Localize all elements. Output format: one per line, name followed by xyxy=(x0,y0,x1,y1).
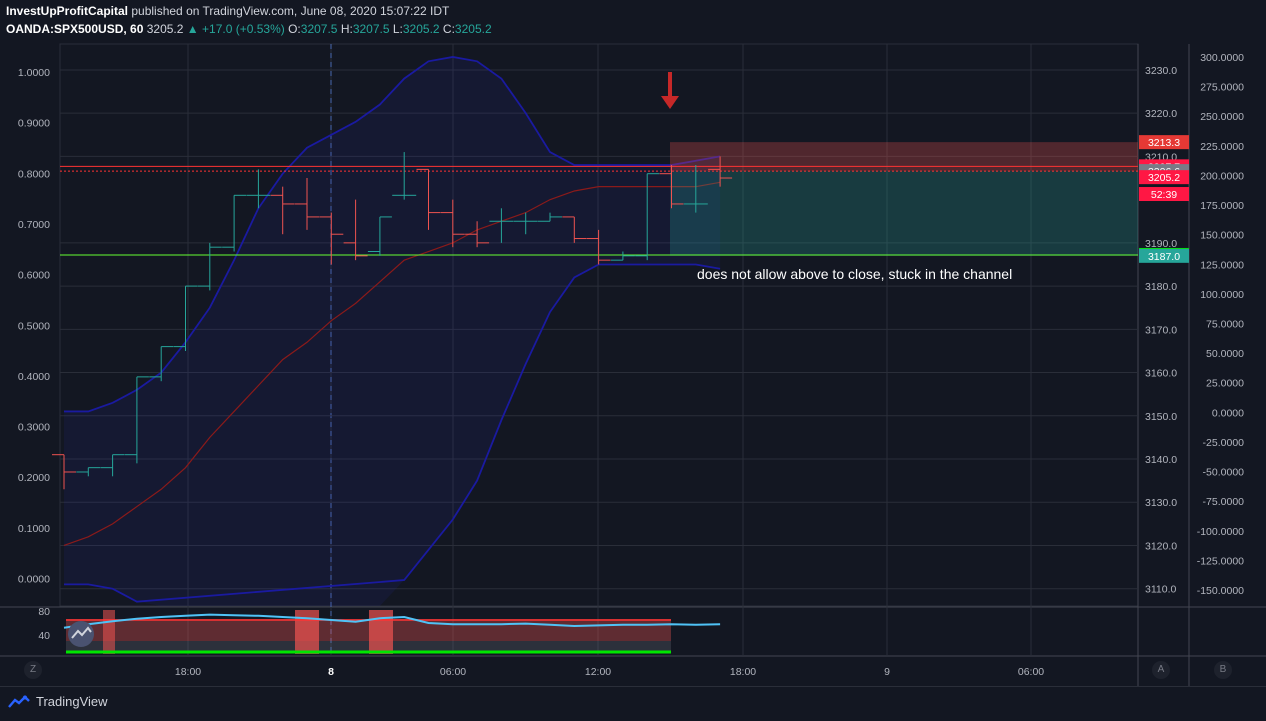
scale-b-button[interactable]: B xyxy=(1214,661,1232,679)
high-value: 3207.5 xyxy=(352,22,390,36)
price-tag-label: 52:39 xyxy=(1151,189,1177,201)
close-label: C: xyxy=(442,22,455,36)
price-axis-tick-label: 3230.0 xyxy=(1145,65,1177,77)
open-label: O: xyxy=(288,22,301,36)
oscillator-signal-bar xyxy=(369,610,393,654)
price-chart[interactable]: 18:00 8 06:00 12:00 18:00 9 06:00 1.0000 0.9000 0… xyxy=(0,0,1266,686)
price-axis-tick-label: 3110.0 xyxy=(1145,584,1176,596)
chart-annotation[interactable]: does not allow above to close, stuck in … xyxy=(697,266,1012,282)
secondary-axis-tick-label: 0.0000 xyxy=(1212,407,1244,419)
change-value: +17.0 (+0.53%) xyxy=(202,22,285,36)
left-axis-tick-label: 0.7000 xyxy=(18,219,50,231)
left-axis-tick-label: 0.1000 xyxy=(18,523,50,535)
secondary-axis-tick-label: -50.0000 xyxy=(1203,467,1245,479)
price-tag-label: 3213.3 xyxy=(1148,137,1180,149)
oscillator-overbought-zone xyxy=(66,619,671,641)
bollinger-band-fill xyxy=(64,56,721,606)
secondary-axis-tick-label: -25.0000 xyxy=(1203,437,1245,449)
oscillator-signal-bar xyxy=(103,610,115,654)
secondary-axis-tick-label: -150.0000 xyxy=(1197,585,1244,597)
price-tag-label: 3187.0 xyxy=(1148,251,1180,263)
x-tick-label: 9 xyxy=(884,666,890,678)
price-axis-tick-label: 3180.0 xyxy=(1145,281,1177,293)
low-label: L: xyxy=(392,22,403,36)
left-axis-tick-label: 0.2000 xyxy=(18,472,50,484)
secondary-axis-tick-label: 225.0000 xyxy=(1200,141,1244,153)
left-axis-tick-label: 0.8000 xyxy=(18,168,50,180)
tradingview-brand[interactable]: TradingView xyxy=(8,694,108,709)
tradingview-logo-icon xyxy=(8,694,30,708)
price-axis-tick-label: 3120.0 xyxy=(1145,540,1177,552)
take-profit-zone xyxy=(670,171,1138,256)
oscillator-tick-label: 40 xyxy=(38,630,50,642)
secondary-axis-tick-label: 250.0000 xyxy=(1200,111,1244,123)
left-axis-tick-label: 0.5000 xyxy=(18,320,50,332)
price-axis-tick-label: 3160.0 xyxy=(1145,368,1177,380)
brand-label: TradingView xyxy=(36,694,108,709)
high-label: H: xyxy=(340,22,353,36)
secondary-axis-tick-label: 25.0000 xyxy=(1206,378,1244,390)
x-tick-label: 06:00 xyxy=(1018,666,1044,678)
left-axis-tick-label: 0.6000 xyxy=(18,270,50,282)
secondary-axis-tick-label: 100.0000 xyxy=(1200,289,1244,301)
left-axis-tick-label: 0.4000 xyxy=(18,371,50,383)
secondary-axis-tick-label: 200.0000 xyxy=(1200,170,1244,182)
oscillator-tick-label: 80 xyxy=(38,606,50,618)
last-price: 3205.2 xyxy=(146,22,184,36)
secondary-axis-tick-label: -75.0000 xyxy=(1203,496,1245,508)
x-tick-label: 18:00 xyxy=(730,666,756,678)
left-axis-tick-label: 0.3000 xyxy=(18,422,50,434)
published-text: published on TradingView.com, June 08, 2… xyxy=(131,4,450,18)
oscillator-neutral-zone xyxy=(66,641,671,651)
secondary-axis-tick-label: 50.0000 xyxy=(1206,348,1244,360)
oscillator-signal-bar xyxy=(295,610,319,654)
low-value: 3205.2 xyxy=(402,22,440,36)
left-axis-tick-label: 1.0000 xyxy=(18,67,50,79)
price-axis-tick-label: 3140.0 xyxy=(1145,454,1177,466)
secondary-axis-tick-label: -125.0000 xyxy=(1197,555,1244,567)
x-tick-label: 06:00 xyxy=(440,666,466,678)
secondary-axis-tick-label: 75.0000 xyxy=(1206,319,1244,331)
auto-scale-button[interactable]: A xyxy=(1152,661,1170,679)
price-tag-label: 3205.2 xyxy=(1148,172,1180,184)
secondary-axis-tick-label: 275.0000 xyxy=(1200,82,1244,94)
price-axis-tick-label: 3150.0 xyxy=(1145,411,1177,423)
secondary-axis-tick-label: 125.0000 xyxy=(1200,259,1244,271)
footer-bar: TradingView xyxy=(0,686,1266,721)
left-axis-tick-label: 0.9000 xyxy=(18,118,50,130)
price-axis-tick-label: 3220.0 xyxy=(1145,108,1177,120)
author-name[interactable]: InvestUpProfitCapital xyxy=(6,4,128,18)
symbol-header: OANDA:SPX500USD, 60 3205.2 ▲ +17.0 (+0.5… xyxy=(6,22,492,36)
secondary-axis-tick-label: 300.0000 xyxy=(1200,52,1244,64)
secondary-axis-tick-label: 175.0000 xyxy=(1200,200,1244,212)
publication-header: InvestUpProfitCapital published on Tradi… xyxy=(6,4,449,18)
price-axis-tick-label: 3170.0 xyxy=(1145,324,1177,336)
left-axis-tick-label: 0.0000 xyxy=(18,574,50,586)
x-tick-label: 18:00 xyxy=(175,666,201,678)
zoom-corner-button[interactable]: Z xyxy=(24,661,42,679)
down-arrow-head-icon xyxy=(661,96,679,109)
price-axis-tick-label: 3130.0 xyxy=(1145,497,1177,509)
up-triangle-icon: ▲ xyxy=(186,22,199,36)
secondary-axis-tick-label: -100.0000 xyxy=(1197,526,1244,538)
x-tick-label: 12:00 xyxy=(585,666,611,678)
symbol-label[interactable]: OANDA:SPX500USD, 60 xyxy=(6,22,143,36)
secondary-axis-tick-label: 150.0000 xyxy=(1200,230,1244,242)
x-tick-label: 8 xyxy=(328,666,334,678)
close-value: 3205.2 xyxy=(454,22,492,36)
open-value: 3207.5 xyxy=(300,22,338,36)
